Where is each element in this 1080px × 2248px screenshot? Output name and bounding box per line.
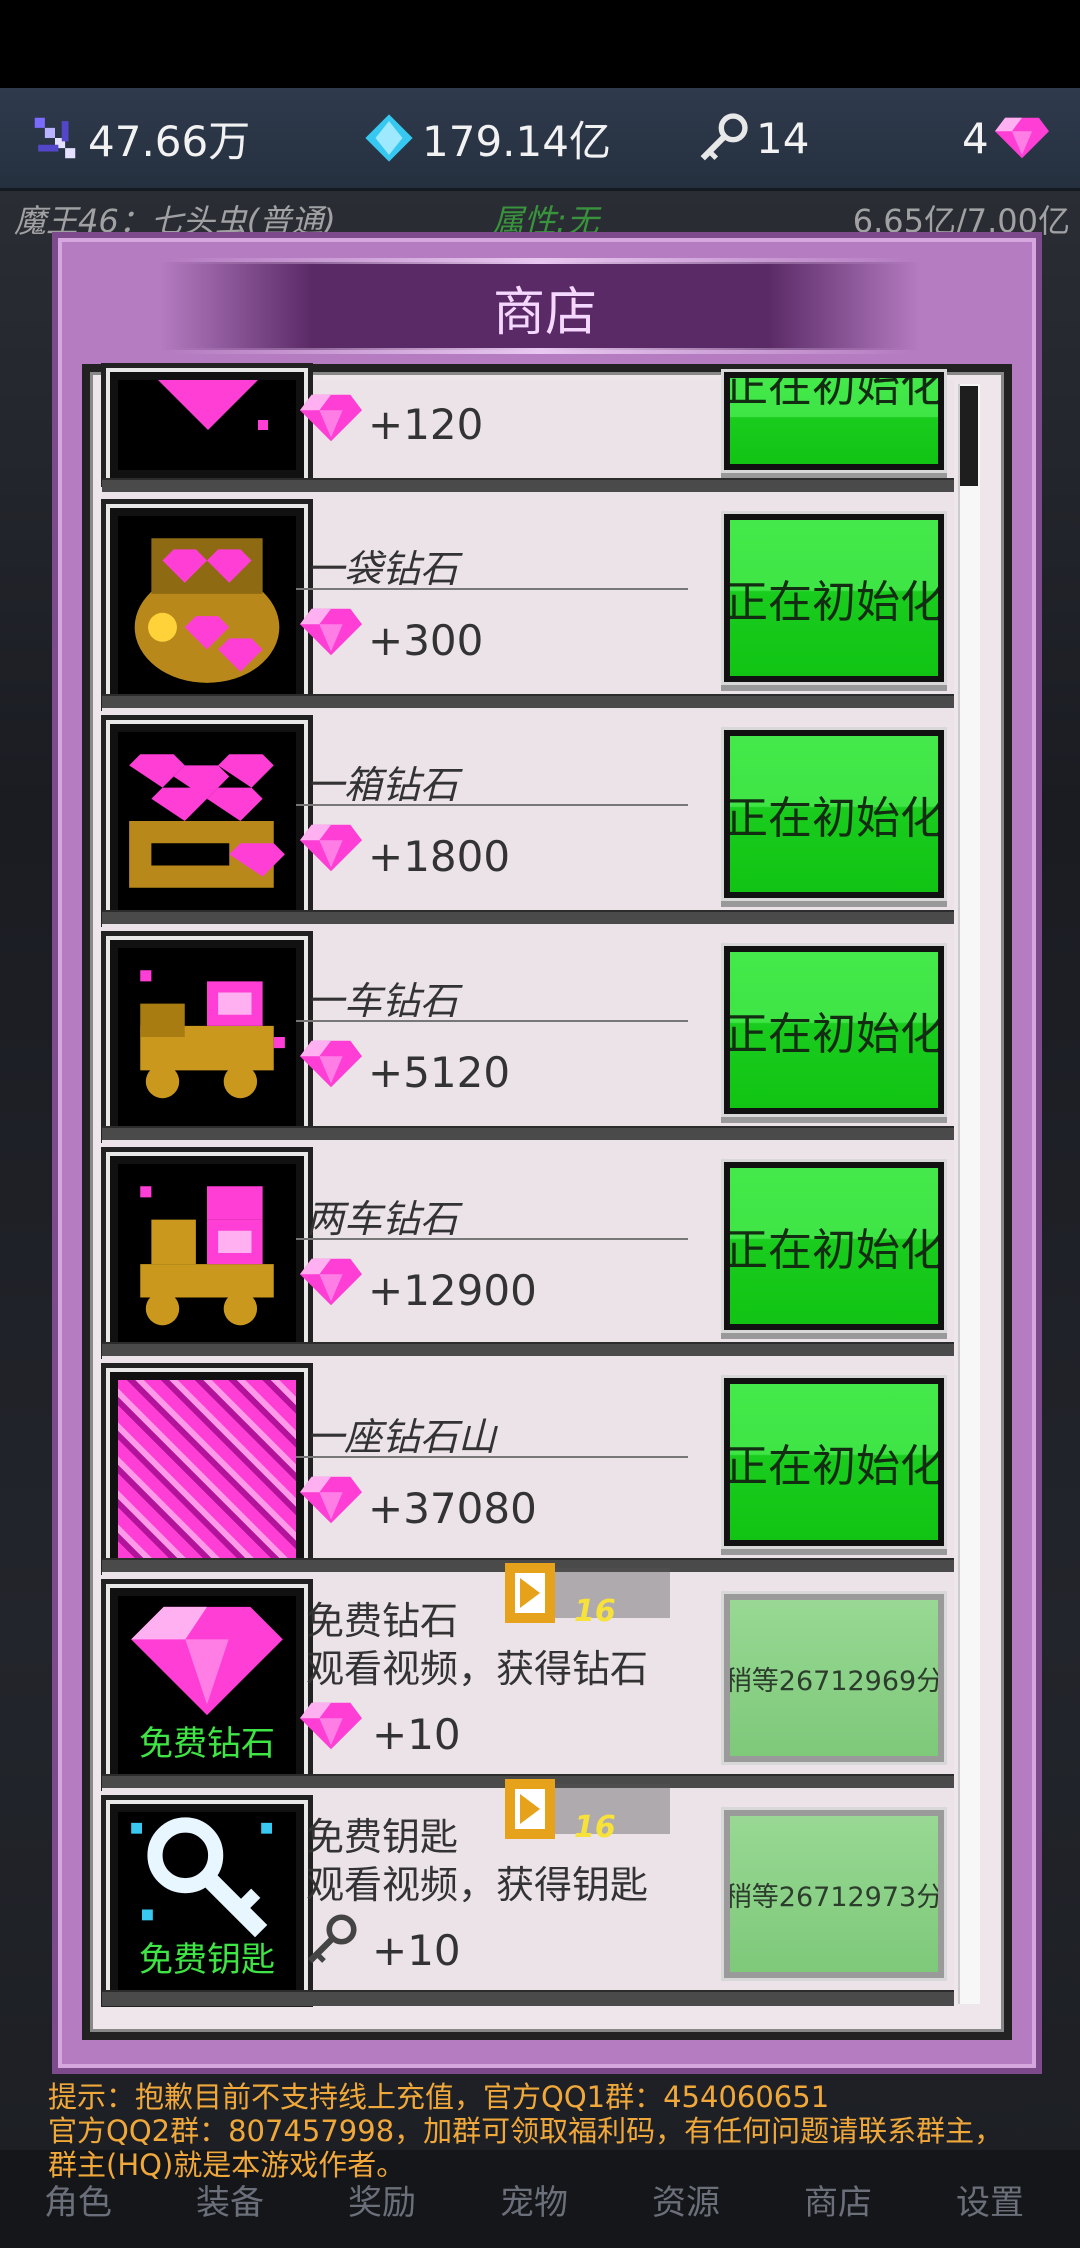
attack-value: 47.66万	[88, 116, 251, 166]
tab-equipment[interactable]: 装备	[196, 2175, 264, 2224]
buy-button-label: 正在初始化	[724, 1441, 944, 1492]
status-bar	[0, 0, 1080, 88]
diamond-mountain-icon	[110, 1372, 304, 1566]
crystal-resource: 179.14亿	[362, 88, 611, 188]
item-qty: +120	[368, 400, 484, 449]
buy-button-label: 正在初始化	[724, 1009, 944, 1060]
gem-resource: 4	[962, 88, 1049, 188]
item-qty: +300	[368, 616, 484, 665]
diamond-chest-icon	[110, 724, 304, 918]
pink-gem-icon	[300, 1040, 362, 1088]
tab-resources[interactable]: 资源	[652, 2175, 720, 2224]
tips-text: 提示：抱歉目前不支持线上充值，官方QQ1群：454060651 官方QQ2群：8…	[48, 2080, 1038, 2182]
buy-button-label: 正在初始化	[724, 1225, 944, 1276]
two-trucks-icon	[110, 1156, 304, 1350]
tab-shop[interactable]: 商店	[804, 2175, 872, 2224]
pink-gem-icon	[300, 1258, 362, 1306]
buy-button-label: 正在初始化	[724, 577, 944, 628]
tab-role[interactable]: 角色	[44, 2175, 112, 2224]
buy-button[interactable]: 正在初始化	[724, 1162, 944, 1330]
shop-title: 商店	[492, 283, 597, 343]
pink-gem-icon	[994, 117, 1049, 159]
free-desc: 观看视频，获得钻石	[306, 1647, 649, 1691]
gem-pack-icon	[110, 372, 304, 478]
item-qty: +1800	[368, 832, 511, 881]
name-underline	[296, 1456, 688, 1458]
free-key-icon-label: 免费钥匙	[139, 1940, 275, 1980]
free-key-icon: 免费钥匙	[110, 1804, 304, 1998]
free-title: 免费钻石	[306, 1599, 459, 1643]
buy-button[interactable]: 正在初始化	[724, 1378, 944, 1546]
scrollbar-track[interactable]	[958, 384, 980, 2004]
buy-button[interactable]: 正在初始化	[724, 730, 944, 898]
item-qty: +37080	[368, 1484, 537, 1533]
wait-button-label: 稍等26712973分	[724, 1881, 944, 1913]
tab-settings[interactable]: 设置	[956, 2175, 1024, 2224]
tip-line: 官方QQ2群：807457998，加群可领取福利码，有任何问题请联系群主，	[48, 2114, 1004, 2148]
buy-button[interactable]: 正在初始化	[724, 946, 944, 1114]
key-resource: 14	[696, 88, 809, 188]
tab-rewards[interactable]: 奖励	[348, 2175, 416, 2224]
wait-button[interactable]: 稍等26712973分	[724, 1810, 944, 1978]
video-count: 16	[574, 1810, 616, 1845]
name-underline	[296, 588, 688, 590]
tip-line: 群主(HQ)就是本游戏作者。	[48, 2148, 406, 2182]
buy-button-label: 正在初始化	[724, 372, 944, 412]
key-icon	[307, 1914, 357, 1964]
buy-button[interactable]: 正在初始化	[724, 514, 944, 682]
wait-button[interactable]: 稍等26712969分	[724, 1594, 944, 1762]
pink-gem-icon	[300, 1702, 362, 1750]
item-name: 一箱钻石	[306, 763, 459, 807]
attack-resource: 47.66万	[28, 88, 250, 188]
diamond-truck-icon	[110, 940, 304, 1134]
blue-diamond-icon	[365, 114, 413, 162]
key-value: 14	[756, 113, 810, 163]
name-underline	[296, 1238, 688, 1240]
item-qty: +12900	[368, 1266, 537, 1315]
free-gem-icon-label: 免费钻石	[139, 1724, 275, 1764]
tab-pets[interactable]: 宠物	[500, 2175, 568, 2224]
pink-gem-icon	[300, 1476, 362, 1524]
crystal-value: 179.14亿	[422, 116, 611, 166]
free-title: 免费钥匙	[306, 1815, 459, 1859]
item-name: 一车钻石	[306, 979, 459, 1023]
name-underline	[296, 1020, 688, 1022]
free-gem-icon: 免费钻石	[110, 1588, 304, 1782]
name-underline	[296, 804, 688, 806]
pink-gem-icon	[300, 824, 362, 872]
gem-value: 4	[962, 113, 989, 163]
free-desc: 观看视频，获得钥匙	[306, 1863, 649, 1907]
item-qty: +10	[372, 1710, 461, 1759]
tip-line: 提示：抱歉目前不支持线上充值，官方QQ1群：454060651	[48, 2080, 830, 2114]
pink-gem-icon	[300, 394, 362, 442]
title-divider-top	[170, 258, 910, 264]
row-divider	[102, 1990, 954, 2006]
sword-icon	[34, 117, 76, 159]
item-name: 两车钻石	[306, 1197, 459, 1241]
key-icon	[700, 113, 748, 161]
wait-button-label: 稍等26712969分	[724, 1665, 944, 1697]
buy-button-label: 正在初始化	[724, 793, 944, 844]
item-qty: +10	[372, 1926, 461, 1975]
buy-button[interactable]: 正在初始化	[724, 372, 944, 470]
item-name: 一座钻石山	[306, 1415, 497, 1459]
pink-gem-icon	[300, 608, 362, 656]
diamond-bag-icon	[110, 508, 304, 702]
scrollbar-thumb[interactable]	[960, 386, 978, 486]
item-qty: +5120	[368, 1048, 511, 1097]
title-divider-bottom	[170, 348, 910, 354]
item-name: 一袋钻石	[306, 547, 459, 591]
video-count: 16	[574, 1594, 616, 1629]
